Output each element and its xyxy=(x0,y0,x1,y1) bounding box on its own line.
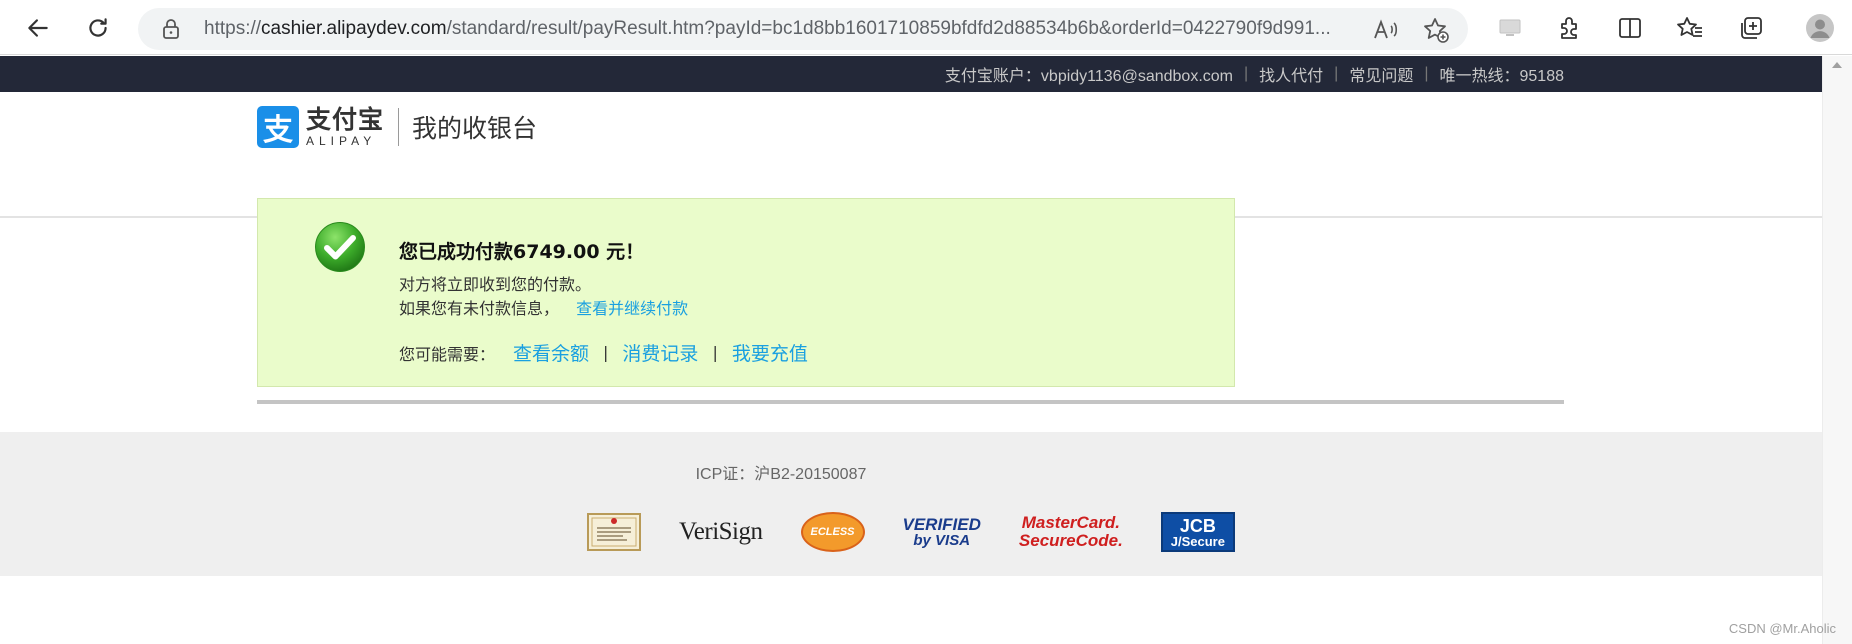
content-divider xyxy=(257,400,1564,404)
topbar-separator: | xyxy=(1334,65,1339,82)
back-button[interactable] xyxy=(20,10,56,46)
certificate-badge[interactable] xyxy=(587,512,641,552)
certificate-badge-image xyxy=(587,513,641,551)
url-scheme: https:// xyxy=(204,18,262,39)
jcb-bottom-text: J/Secure xyxy=(1170,533,1225,549)
icp-license: ICP证：沪B2-20150087 xyxy=(0,460,1822,484)
logo-cn: 支付宝 xyxy=(306,105,385,134)
vertical-scrollbar[interactable] xyxy=(1822,56,1852,644)
topbar-separator: | xyxy=(1424,65,1429,82)
favorites-icon[interactable] xyxy=(1674,12,1706,44)
browser-toolbar: https://cashier.alipaydev.com/standard/r… xyxy=(0,0,1852,55)
visa-top-text: VERIFIED xyxy=(902,515,981,534)
logo-en: ALIPAY xyxy=(306,134,377,148)
profile-avatar-icon[interactable] xyxy=(1804,12,1836,44)
unpaid-info-line: 如果您有未付款信息， 查看并继续付款 xyxy=(399,295,688,319)
verisign-logo: VeriSign xyxy=(679,518,763,545)
spending-records-link[interactable]: 消费记录 xyxy=(622,339,698,366)
ecless-logo: ECLESS xyxy=(800,512,865,552)
alipay-logo[interactable]: 支 支付宝 ALIPAY 我的收银台 xyxy=(257,106,537,148)
desktop-icon[interactable] xyxy=(1494,12,1526,44)
quick-links: 您可能需要： 查看余额 | 消费记录 | 我要充值 xyxy=(399,339,808,366)
reload-icon xyxy=(89,18,107,37)
favorite-add-icon[interactable] xyxy=(1422,16,1450,44)
url-text: https://cashier.alipaydev.com/standard/r… xyxy=(204,18,1334,40)
scroll-up-arrow-icon[interactable] xyxy=(1832,62,1842,68)
address-bar[interactable]: https://cashier.alipaydev.com/standard/r… xyxy=(138,8,1468,50)
alipay-logo-icon: 支 xyxy=(257,106,299,148)
visa-logo: VERIFIED by VISA xyxy=(903,516,981,548)
extensions-icon[interactable] xyxy=(1553,12,1585,44)
verisign-badge[interactable]: VeriSign xyxy=(679,512,763,552)
alipay-topbar: 支付宝账户：vbpidy1136@sandbox.com | 找人代付 | 常见… xyxy=(0,56,1822,92)
logo-wordmark: 支付宝 ALIPAY xyxy=(306,107,384,147)
verified-by-visa-badge[interactable]: VERIFIED by VISA xyxy=(903,512,981,552)
security-badges: VeriSign ECLESS VERIFIED by VISA MasterC… xyxy=(587,512,1273,552)
watermark-text: CSDN @Mr.Aholic xyxy=(1728,621,1836,636)
url-path: /standard/result/payResult.htm?payId=bc1… xyxy=(446,18,1331,39)
jcb-jsecure-badge[interactable]: JCB J/Secure xyxy=(1160,512,1235,552)
page: 支付宝账户：vbpidy1136@sandbox.com | 找人代付 | 常见… xyxy=(0,56,1822,644)
view-balance-link[interactable]: 查看余额 xyxy=(513,339,589,366)
icp-text: ICP证：沪B2-20150087 xyxy=(695,466,867,483)
lock-icon xyxy=(162,19,180,43)
jcb-top-text: JCB xyxy=(1179,515,1216,536)
unpaid-info-text: 如果您有未付款信息， xyxy=(399,299,560,318)
mastercard-bottom-text: SecureCode. xyxy=(1018,531,1123,550)
topbar-separator: | xyxy=(1244,65,1249,82)
jcb-logo: JCB J/Secure xyxy=(1160,512,1235,552)
find-proxy-link[interactable]: 找人代付 xyxy=(1259,62,1323,86)
mastercard-logo: MasterCard. SecureCode. xyxy=(1019,514,1123,550)
maybe-label: 您可能需要： xyxy=(399,344,496,364)
faq-link[interactable]: 常见问题 xyxy=(1349,62,1413,86)
ecless-text: ECLESS xyxy=(810,526,855,538)
read-aloud-icon[interactable] xyxy=(1372,16,1400,44)
url-host: cashier.alipaydev.com xyxy=(261,18,447,39)
page-title: 我的收银台 xyxy=(412,114,538,143)
visa-bottom-text: by VISA xyxy=(913,532,971,549)
arrow-left-icon xyxy=(28,19,48,37)
reload-button[interactable] xyxy=(80,10,116,46)
footer: ICP证：沪B2-20150087 VeriSign ECLESS VERIFI… xyxy=(0,432,1822,576)
result-message: 对方将立即收到您的付款。 xyxy=(399,275,592,294)
account-label: 支付宝账户：vbpidy1136@sandbox.com xyxy=(944,68,1233,85)
result-title: 您已成功付款6749.00 元！ xyxy=(399,241,645,263)
logo-glyph: 支 xyxy=(263,113,293,148)
link-separator: | xyxy=(712,343,718,362)
link-separator: | xyxy=(603,343,609,362)
mastercard-top-text: MasterCard. xyxy=(1021,513,1120,533)
ecless-badge[interactable]: ECLESS xyxy=(800,512,865,552)
split-screen-icon[interactable] xyxy=(1614,12,1646,44)
hotline-text: 唯一热线：95188 xyxy=(1439,68,1565,85)
mastercard-securecode-badge[interactable]: MasterCard. SecureCode. xyxy=(1019,512,1123,552)
success-check-icon xyxy=(314,221,366,277)
collections-icon[interactable] xyxy=(1735,12,1767,44)
recharge-link[interactable]: 我要充值 xyxy=(732,339,808,366)
logo-divider xyxy=(398,108,400,146)
topbar-links: 支付宝账户：vbpidy1136@sandbox.com | 找人代付 | 常见… xyxy=(945,56,1564,92)
view-and-continue-link[interactable]: 查看并继续付款 xyxy=(576,299,688,318)
payment-result-panel: 您已成功付款6749.00 元！ 对方将立即收到您的付款。 如果您有未付款信息，… xyxy=(257,198,1235,387)
